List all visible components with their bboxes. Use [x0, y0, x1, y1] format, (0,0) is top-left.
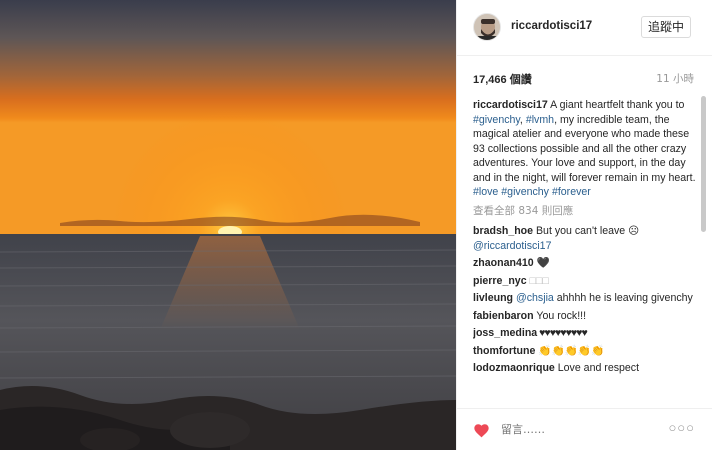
comment-text: □□□: [526, 274, 549, 287]
comments-list: riccardotisci17 A giant heartfelt thank …: [473, 98, 698, 404]
comment-item: pierre_nyc □□□: [473, 274, 698, 289]
caption-text-1: A giant heartfelt thank you to: [547, 99, 685, 111]
post-caption: riccardotisci17 A giant heartfelt thank …: [473, 98, 698, 200]
comment-text: 🖤: [533, 257, 550, 269]
comments-scrollbar[interactable]: [700, 96, 706, 404]
comment-mention[interactable]: @riccardotisci17: [473, 240, 551, 252]
add-comment-input[interactable]: [501, 423, 651, 436]
comment-username[interactable]: pierre_nyc: [473, 275, 527, 287]
comment-item: fabienbaron You rock!!!: [473, 309, 698, 324]
hashtag-love[interactable]: #love: [473, 186, 498, 198]
post-timestamp[interactable]: 11 小時: [656, 71, 694, 86]
comment-text: ♥♥♥♥♥♥♥♥♥: [537, 327, 588, 339]
comment-username[interactable]: zhaonan410: [473, 257, 534, 269]
view-all-comments-link[interactable]: 查看全部 834 則回應: [473, 204, 698, 219]
heart-icon[interactable]: [473, 423, 490, 438]
scrollbar-thumb[interactable]: [701, 96, 706, 232]
comment-username[interactable]: livleung: [473, 292, 513, 304]
hashtag-givenchy[interactable]: #givenchy: [473, 114, 520, 126]
comment-text: ahhhh he is leaving givenchy: [553, 292, 693, 304]
post-stats: 17,466 個讚 11 小時: [457, 57, 712, 95]
comment-username[interactable]: thomfortune: [473, 345, 535, 357]
comment-username[interactable]: lodozmaonrique: [473, 362, 555, 374]
post-photo[interactable]: [0, 0, 456, 450]
comment-item: zhaonan410 🖤: [473, 256, 698, 271]
comment-text: 👏👏👏👏👏: [535, 344, 605, 357]
caption-username[interactable]: riccardotisci17: [473, 99, 548, 111]
hashtag-givenchy-2[interactable]: #givenchy: [501, 186, 549, 198]
comment-text: But you can't leave ☹: [533, 225, 640, 237]
instagram-post-modal: riccardotisci17 追蹤中 17,466 個讚 11 小時 ricc…: [0, 0, 712, 450]
avatar-image: [474, 14, 500, 40]
comment-item: thomfortune 👏👏👏👏👏: [473, 344, 698, 359]
comment-item: lodozmaonrique Love and respect: [473, 361, 698, 376]
hashtag-lvmh[interactable]: #lvmh: [526, 114, 554, 126]
more-options-icon[interactable]: ○○○: [668, 420, 695, 435]
comment-item: joss_medina ♥♥♥♥♥♥♥♥♥: [473, 326, 698, 341]
comment-text: Love and respect: [554, 362, 640, 374]
comment-username[interactable]: fabienbaron: [473, 310, 534, 322]
post-header: riccardotisci17 追蹤中: [457, 0, 712, 56]
comment-username[interactable]: bradsh_hoe: [473, 225, 533, 237]
comment-mention[interactable]: @chsjia: [516, 292, 554, 304]
post-author-username[interactable]: riccardotisci17: [511, 20, 592, 32]
comment-item: livleung @chsjia ahhhh he is leaving giv…: [473, 291, 698, 306]
like-count[interactable]: 17,466 個讚: [473, 71, 532, 87]
hashtag-forever[interactable]: #forever: [552, 186, 591, 198]
following-button[interactable]: 追蹤中: [641, 16, 692, 38]
comment-text: You rock!!!: [533, 309, 587, 322]
sunset-photo: [0, 0, 456, 450]
comment-username[interactable]: joss_medina: [473, 327, 537, 339]
post-side-panel: riccardotisci17 追蹤中 17,466 個讚 11 小時 ricc…: [456, 0, 712, 450]
post-footer: ○○○: [457, 408, 712, 450]
avatar[interactable]: [473, 13, 501, 41]
comment-item: bradsh_hoe But you can't leave ☹ @riccar…: [473, 224, 698, 253]
